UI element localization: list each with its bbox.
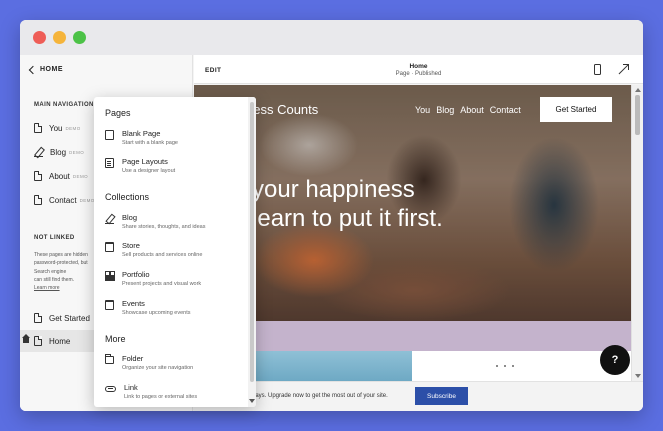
sidebar-item-get-started[interactable]: Get Started xyxy=(34,313,90,323)
sidebar-item-about[interactable]: About DEMO xyxy=(34,171,88,181)
decorative-dots xyxy=(496,365,514,367)
scroll-down-icon[interactable] xyxy=(635,374,641,378)
headline-line: n learn to put it first. xyxy=(232,205,443,232)
site-menu-link[interactable]: About xyxy=(460,105,484,115)
menu-item-title: Store xyxy=(122,241,140,250)
home-icon xyxy=(22,334,30,343)
sidebar-item-label: About xyxy=(49,171,70,181)
menu-item-desc: Start with a blank page xyxy=(122,140,178,146)
sidebar-item-blog[interactable]: Blog DEMO xyxy=(34,147,84,157)
editor-toolbar: EDIT Home Page · Published xyxy=(194,55,643,84)
menu-item-desc: Link to pages or external sites xyxy=(124,394,198,400)
menu-item-desc: Present projects and visual work xyxy=(122,281,202,287)
page-icon xyxy=(34,195,42,205)
menu-scrollbar[interactable] xyxy=(248,97,256,407)
scroll-thumb[interactable] xyxy=(635,95,640,135)
menu-item-link[interactable]: Link Link to pages or external sites xyxy=(105,383,197,400)
site-menu-link[interactable]: Contact xyxy=(490,105,521,115)
close-window-button[interactable] xyxy=(33,31,46,44)
page-icon xyxy=(34,123,42,133)
menu-item-title: Blank Page xyxy=(122,129,161,138)
site-menu-link[interactable]: You xyxy=(415,105,430,115)
menu-item-page-layouts[interactable]: Page Layouts Use a designer layout xyxy=(105,157,175,174)
sidebar-item-label: Get Started xyxy=(49,313,90,323)
more-group-label: More xyxy=(105,334,126,344)
trial-text: days. Upgrade now to get the most out of… xyxy=(252,393,388,399)
demo-badge: DEMO xyxy=(69,149,85,155)
link-icon xyxy=(105,386,116,392)
help-button[interactable]: ? xyxy=(600,345,630,375)
sidebar-item-label: You xyxy=(49,123,63,133)
hero-image: ness Counts You Blog About Contact Get S… xyxy=(194,85,631,321)
trial-banner: days. Upgrade now to get the most out of… xyxy=(194,381,643,411)
blog-pen-icon xyxy=(105,214,114,224)
site-preview: ness Counts You Blog About Contact Get S… xyxy=(194,85,631,381)
demo-badge: DEMO xyxy=(65,125,81,131)
portfolio-grid-icon xyxy=(105,271,114,281)
page-status: Page · Published xyxy=(395,71,442,77)
menu-item-desc: Showcase upcoming events xyxy=(122,310,191,316)
not-linked-label: NOT LINKED xyxy=(34,235,75,241)
menu-item-desc: Organize your site navigation xyxy=(122,365,194,371)
site-brand[interactable]: ness Counts xyxy=(246,102,318,117)
minimize-window-button[interactable] xyxy=(53,31,66,44)
content-band xyxy=(194,321,631,351)
back-home-label: HOME xyxy=(40,66,63,73)
page-icon xyxy=(34,171,42,181)
menu-item-title: Blog xyxy=(122,213,138,222)
menu-item-title: Page Layouts xyxy=(122,157,168,166)
menu-item-portfolio[interactable]: Portfolio Present projects and visual wor… xyxy=(105,270,201,287)
expand-arrow-icon[interactable] xyxy=(618,64,629,75)
menu-item-title: Link xyxy=(124,383,138,392)
menu-item-desc: Share stories, thoughts, and ideas xyxy=(122,224,206,230)
site-menu: You Blog About Contact xyxy=(415,105,521,115)
menu-item-store[interactable]: Store Sell products and services online xyxy=(105,241,202,258)
blog-pen-icon xyxy=(34,147,43,157)
menu-item-title: Folder xyxy=(122,354,144,363)
folder-icon xyxy=(105,354,114,364)
scroll-down-icon[interactable] xyxy=(249,399,255,403)
headline-line: d your happiness xyxy=(232,176,415,203)
menu-item-blog[interactable]: Blog Share stories, thoughts, and ideas xyxy=(105,213,205,230)
page-icon xyxy=(34,313,42,323)
sidebar-item-label: Blog xyxy=(50,147,67,157)
hero-headline: d your happiness n learn to put it first… xyxy=(232,175,443,233)
scroll-up-icon[interactable] xyxy=(635,88,641,92)
window-titlebar xyxy=(20,20,643,55)
menu-item-events[interactable]: Events Showcase upcoming events xyxy=(105,299,190,316)
menu-item-folder[interactable]: Folder Organize your site navigation xyxy=(105,354,193,371)
content-panel xyxy=(412,351,631,381)
sidebar-item-contact[interactable]: Contact DEMO xyxy=(34,195,95,205)
blank-page-icon xyxy=(105,130,114,140)
get-started-button[interactable]: Get Started xyxy=(540,97,612,122)
store-icon xyxy=(105,242,114,252)
back-home-button[interactable]: HOME xyxy=(28,65,63,74)
maximize-window-button[interactable] xyxy=(73,31,86,44)
pages-group-label: Pages xyxy=(105,108,131,118)
sidebar-item-home-content: Home xyxy=(34,336,70,346)
sidebar-item-label: Contact xyxy=(49,195,77,205)
demo-badge: DEMO xyxy=(72,173,89,179)
demo-badge: DEMO xyxy=(79,197,95,203)
sidebar-item-you[interactable]: You DEMO xyxy=(34,123,81,133)
subscribe-button[interactable]: Subscribe xyxy=(415,387,468,405)
collections-group-label: Collections xyxy=(105,192,150,202)
menu-item-blank-page[interactable]: Blank Page Start with a blank page xyxy=(105,129,178,146)
sidebar-item-label: Home xyxy=(49,336,71,346)
menu-item-title: Events xyxy=(122,299,145,308)
site-menu-link[interactable]: Blog xyxy=(436,105,454,115)
preview-scrollbar[interactable] xyxy=(631,85,643,381)
calendar-icon xyxy=(105,300,114,310)
page-icon xyxy=(34,336,42,346)
menu-item-desc: Use a designer layout xyxy=(122,168,176,174)
main-navigation-label: MAIN NAVIGATION xyxy=(34,102,94,108)
menu-scroll-thumb[interactable] xyxy=(250,102,254,382)
mobile-preview-icon[interactable] xyxy=(594,64,601,75)
page-layouts-icon xyxy=(105,158,114,168)
menu-item-title: Portfolio xyxy=(122,270,150,279)
menu-item-desc: Sell products and services online xyxy=(122,252,203,258)
page-title: Home xyxy=(409,63,428,70)
chevron-left-icon xyxy=(28,65,38,74)
add-page-menu: Pages Blank Page Start with a blank page … xyxy=(94,97,256,407)
